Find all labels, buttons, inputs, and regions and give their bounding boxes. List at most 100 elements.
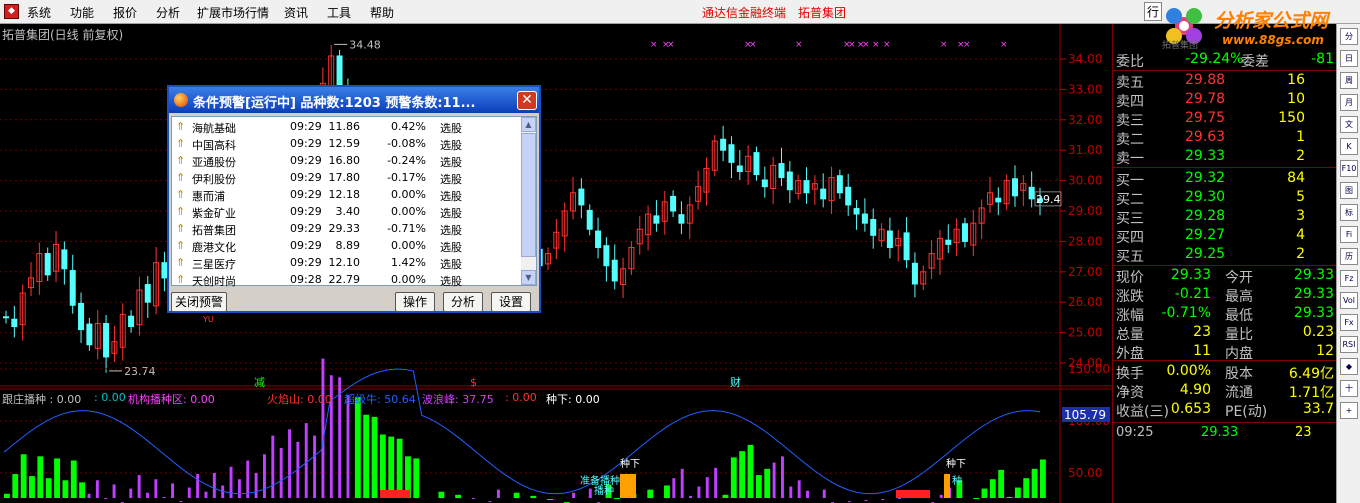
toolbar-button[interactable]: Vol bbox=[1340, 292, 1358, 309]
alert-time: 09:29 bbox=[290, 188, 322, 201]
toolbar-button[interactable]: RSI bbox=[1340, 336, 1358, 353]
toolbar-button[interactable]: 日 bbox=[1340, 50, 1358, 67]
alert-list-item[interactable]: ⇑ 三星医疗 09:29 12.10 1.42% 选股 bbox=[172, 254, 522, 271]
alert-list-item[interactable]: ⇑ 亚通股份 09:29 16.80 -0.24% 选股 bbox=[172, 152, 522, 169]
indicator-bar bbox=[864, 500, 868, 502]
alert-time: 09:29 bbox=[290, 120, 322, 133]
operate-button[interactable]: 操作 bbox=[395, 292, 435, 312]
indicator-bar bbox=[981, 488, 988, 498]
alert-dialog[interactable]: 条件预警[运行中] 品种数:1203 预警条数:11... ✕ ⇑ 海航基础 09:… bbox=[167, 85, 541, 313]
toolbar-button[interactable]: 图 bbox=[1340, 182, 1358, 199]
alert-list-item[interactable]: ⇑ 惠而浦 09:29 12.18 0.00% 选股 bbox=[172, 186, 522, 203]
alert-name: 鹿港文化 bbox=[192, 241, 236, 254]
toolbar-button[interactable]: Fi bbox=[1340, 226, 1358, 243]
fund-row: 换手 0.00% 股本 6.49亿 bbox=[1116, 363, 1334, 382]
analyze-button[interactable]: 分析 bbox=[443, 292, 483, 312]
alert-list-item[interactable]: ⇑ 拓普集团 09:29 29.33 -0.71% 选股 bbox=[172, 220, 522, 237]
alert-time: 09:29 bbox=[290, 154, 322, 167]
alert-list[interactable]: ⇑ 海航基础 09:29 11.86 0.42% 选股 ⇑ 中国高科 09:29 12.59 -0.… bbox=[171, 116, 537, 288]
indicator-bar bbox=[112, 484, 116, 498]
candle-body bbox=[595, 230, 602, 248]
toolbar-button[interactable]: Fz bbox=[1340, 270, 1358, 287]
menu-quote[interactable]: 报价 bbox=[113, 4, 137, 21]
candle-body bbox=[670, 195, 677, 212]
indicator-bar bbox=[162, 496, 166, 498]
candle-body bbox=[720, 138, 727, 151]
candle-body bbox=[103, 322, 110, 358]
menu-help[interactable]: 帮助 bbox=[370, 4, 394, 21]
candle-body bbox=[44, 253, 51, 276]
menu-function[interactable]: 功能 bbox=[70, 4, 94, 21]
close-alert-button[interactable]: 关闭预警 bbox=[171, 292, 227, 312]
alert-list-item[interactable]: ⇑ 伊利股份 09:29 17.80 -0.17% 选股 bbox=[172, 169, 522, 186]
alert-type: 选股 bbox=[440, 173, 462, 186]
indicator-bar bbox=[246, 460, 250, 498]
candle-body bbox=[820, 188, 827, 200]
alert-pct: 0.00% bbox=[391, 273, 426, 286]
alert-price: 12.10 bbox=[328, 256, 361, 269]
scroll-down-icon[interactable]: ▼ bbox=[521, 270, 536, 285]
settings-button[interactable]: 设置 bbox=[491, 292, 531, 312]
indicator-bar bbox=[79, 482, 86, 498]
event-marker: 减 bbox=[254, 376, 265, 389]
toolbar-button[interactable]: F10 bbox=[1340, 160, 1358, 177]
scroll-thumb[interactable] bbox=[521, 133, 536, 257]
event-marker: $ bbox=[470, 376, 477, 389]
alert-time: 09:29 bbox=[290, 137, 322, 150]
indicator-bar bbox=[45, 478, 52, 498]
indicator-bar bbox=[187, 487, 191, 498]
indicator-bar bbox=[672, 478, 676, 498]
toolbar-button[interactable]: + bbox=[1340, 402, 1358, 419]
indicator-bar bbox=[254, 473, 258, 498]
indicator-bar bbox=[939, 494, 943, 498]
alert-list-item[interactable]: ⇑ 鹿港文化 09:29 8.89 0.00% 选股 bbox=[172, 237, 522, 254]
indicator-bar bbox=[1006, 496, 1013, 498]
fund-row: 收益(三) 0.653 PE(动) 33.7 bbox=[1116, 401, 1334, 420]
dialog-titlebar[interactable]: 条件预警[运行中] 品种数:1203 预警条数:11... ✕ bbox=[169, 87, 539, 113]
indicator-bar bbox=[70, 460, 77, 498]
candle-body bbox=[886, 230, 893, 248]
alert-list-item[interactable]: ⇑ 天创时尚 09:28 22.79 0.00% 选股 bbox=[172, 271, 522, 288]
menu-tools[interactable]: 工具 bbox=[327, 4, 351, 21]
menu-analysis[interactable]: 分析 bbox=[156, 4, 180, 21]
alert-list-item[interactable]: ⇑ 紫金矿业 09:29 3.40 0.00% 选股 bbox=[172, 203, 522, 220]
candle-body bbox=[753, 152, 760, 176]
indicator-bar bbox=[806, 490, 809, 498]
alert-pct: -0.24% bbox=[387, 154, 426, 167]
candle-body bbox=[903, 232, 910, 261]
alert-price: 16.80 bbox=[328, 154, 361, 167]
alert-time: 09:29 bbox=[290, 171, 322, 184]
toolbar-button[interactable]: 十 bbox=[1340, 380, 1358, 397]
menu-news[interactable]: 资讯 bbox=[284, 4, 308, 21]
indicator-bar bbox=[104, 497, 108, 499]
dialog-close-button[interactable]: ✕ bbox=[517, 91, 537, 110]
toolbar-button[interactable]: 标 bbox=[1340, 204, 1358, 221]
candle-body bbox=[1011, 178, 1018, 197]
indicator-bar bbox=[613, 497, 620, 499]
tick-row: 09:25 29.33 23 bbox=[1116, 425, 1312, 440]
alert-list-item[interactable]: ⇑ 海航基础 09:29 11.86 0.42% 选股 bbox=[172, 118, 522, 135]
stat-row: 总量 23 量比 0.23 bbox=[1116, 324, 1334, 343]
toolbar-button[interactable]: 月 bbox=[1340, 94, 1358, 111]
candle-body bbox=[803, 180, 810, 194]
toolbar-button[interactable]: K bbox=[1340, 138, 1358, 155]
alert-list-item[interactable]: ⇑ 中国高科 09:29 12.59 -0.08% 选股 bbox=[172, 135, 522, 152]
indicator-bar bbox=[739, 451, 746, 498]
list-scrollbar[interactable]: ▲ ▼ bbox=[521, 117, 536, 285]
menu-extended-market[interactable]: 扩展市场行情 bbox=[197, 4, 269, 21]
alert-pct: -0.71% bbox=[387, 222, 426, 235]
toolbar-button[interactable]: 文 bbox=[1340, 116, 1358, 133]
indicator-annotation: 播种 bbox=[594, 484, 614, 497]
toolbar-button[interactable]: 历 bbox=[1340, 248, 1358, 265]
stat-row: 现价 29.33 今开 29.33 bbox=[1116, 267, 1334, 286]
toolbar-button[interactable]: ◆ bbox=[1340, 358, 1358, 375]
indicator-bar bbox=[95, 480, 99, 498]
candle-body bbox=[144, 284, 151, 303]
scroll-up-icon[interactable]: ▲ bbox=[521, 117, 536, 132]
menu-system[interactable]: 系统 bbox=[27, 4, 51, 21]
indicator-bar bbox=[87, 493, 91, 498]
toolbar-button[interactable]: Fx bbox=[1340, 314, 1358, 331]
app-icon[interactable]: ◆ bbox=[4, 4, 19, 19]
indicator-bar bbox=[705, 477, 709, 498]
toolbar-button[interactable]: 周 bbox=[1340, 72, 1358, 89]
